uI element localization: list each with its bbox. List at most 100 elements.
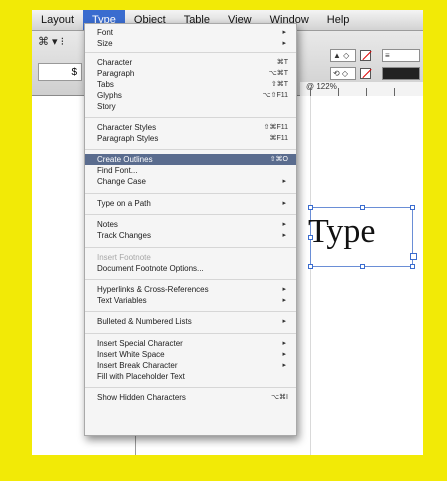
- menu-layout[interactable]: Layout: [32, 10, 83, 30]
- fill-swatch-icon[interactable]: [360, 50, 371, 61]
- menu-separator: [85, 279, 296, 280]
- toolbar-right-controls: ▲ ◇ ≡ ⟲ ◇: [330, 49, 422, 85]
- menu-separator: [85, 311, 296, 312]
- shortcut-label: ⇧⌘O: [269, 156, 288, 163]
- menu-item-label: Bulleted & Numbered Lists: [97, 317, 192, 326]
- submenu-arrow-icon: ▸: [282, 232, 286, 239]
- menu-item-label: Tabs: [97, 80, 114, 89]
- menu-item-label: Character: [97, 58, 133, 67]
- menu-item-label: Paragraph: [97, 69, 135, 78]
- handle-icon[interactable]: [308, 264, 313, 269]
- handle-icon[interactable]: [308, 205, 313, 210]
- shortcut-label: ⌘T: [276, 59, 288, 66]
- menu-separator: [85, 52, 296, 53]
- toolbar-left-controls[interactable]: ⌘ ▾ ⁝: [38, 35, 64, 48]
- menu-separator: [85, 214, 296, 215]
- menu-item-glyphs[interactable]: Glyphs ⌥⇧F11: [85, 90, 296, 101]
- submenu-arrow-icon: ▸: [282, 29, 286, 36]
- menu-item-font[interactable]: Font ▸: [85, 27, 296, 38]
- menu-item-label: Insert Footnote: [97, 253, 151, 262]
- stroke-weight-field[interactable]: ≡: [382, 49, 420, 62]
- menu-item-story[interactable]: Story: [85, 101, 296, 112]
- menu-item-label: Insert White Space: [97, 350, 165, 359]
- submenu-arrow-icon: ▸: [282, 178, 286, 185]
- stroke-field[interactable]: $: [38, 63, 82, 81]
- menu-item-fill-with-placeholder-text[interactable]: Fill with Placeholder Text: [85, 371, 296, 382]
- menu-separator: [85, 193, 296, 194]
- menu-item-paragraph[interactable]: Paragraph ⌥⌘T: [85, 68, 296, 79]
- menu-item-create-outlines[interactable]: Create Outlines ⇧⌘O: [85, 154, 296, 165]
- menu-item-label: Find Font...: [97, 166, 138, 175]
- menu-item-label: Character Styles: [97, 123, 157, 132]
- yellow-border-bottom: [0, 455, 447, 481]
- menu-item-label: Show Hidden Characters: [97, 393, 186, 402]
- stroke-swatch-icon[interactable]: [360, 68, 371, 79]
- submenu-arrow-icon: ▸: [282, 200, 286, 207]
- menu-item-document-footnote-options[interactable]: Document Footnote Options...: [85, 263, 296, 274]
- menu-item-label: Create Outlines: [97, 155, 153, 164]
- menu-item-insert-special-character[interactable]: Insert Special Character ▸: [85, 338, 296, 349]
- shortcut-label: ⌥⇧F11: [262, 92, 288, 99]
- menu-item-label: Text Variables: [97, 296, 147, 305]
- menu-separator: [85, 149, 296, 150]
- menu-item-label: Track Changes: [97, 231, 151, 240]
- handle-icon[interactable]: [410, 264, 415, 269]
- shortcut-label: ⌥⌘T: [268, 70, 288, 77]
- menu-item-show-hidden-characters[interactable]: Show Hidden Characters ⌥⌘I: [85, 392, 296, 403]
- menu-item-label: Fill with Placeholder Text: [97, 372, 185, 381]
- horizontal-ruler: @ 122%: [300, 82, 423, 97]
- menu-item-label: Change Case: [97, 177, 146, 186]
- menu-item-character[interactable]: Character ⌘T: [85, 57, 296, 68]
- menu-item-character-styles[interactable]: Character Styles ⇧⌘F11: [85, 122, 296, 133]
- yellow-border-right: [423, 0, 447, 481]
- menu-item-size[interactable]: Size ▸: [85, 38, 296, 49]
- menu-item-text-variables[interactable]: Text Variables ▸: [85, 295, 296, 306]
- menu-item-change-case[interactable]: Change Case ▸: [85, 176, 296, 187]
- handle-icon[interactable]: [360, 205, 365, 210]
- handle-icon[interactable]: [308, 235, 313, 240]
- menu-item-label: Size: [97, 39, 113, 48]
- submenu-arrow-icon: ▸: [282, 297, 286, 304]
- menu-item-track-changes[interactable]: Track Changes ▸: [85, 230, 296, 241]
- submenu-arrow-icon: ▸: [282, 340, 286, 347]
- menu-item-bulleted-numbered-lists[interactable]: Bulleted & Numbered Lists ▸: [85, 316, 296, 327]
- reference-point-control[interactable]: ▲ ◇: [330, 49, 356, 62]
- menu-item-label: Insert Special Character: [97, 339, 183, 348]
- submenu-arrow-icon: ▸: [282, 40, 286, 47]
- yellow-border-top: [0, 0, 447, 10]
- canvas-text: Type: [308, 213, 376, 250]
- menu-item-find-font[interactable]: Find Font...: [85, 165, 296, 176]
- shortcut-label: ⌘F11: [269, 135, 288, 142]
- rotate-control[interactable]: ⟲ ◇: [330, 67, 356, 80]
- handle-icon[interactable]: [410, 205, 415, 210]
- stroke-type-dropdown[interactable]: [382, 67, 420, 80]
- menu-item-label: Glyphs: [97, 91, 122, 100]
- menu-item-notes[interactable]: Notes ▸: [85, 219, 296, 230]
- submenu-arrow-icon: ▸: [282, 221, 286, 228]
- menu-item-label: Story: [97, 102, 116, 111]
- submenu-arrow-icon: ▸: [282, 318, 286, 325]
- menu-item-type-on-a-path[interactable]: Type on a Path ▸: [85, 198, 296, 209]
- menu-separator: [85, 387, 296, 388]
- text-frame[interactable]: Type: [308, 205, 417, 269]
- menu-separator: [85, 117, 296, 118]
- menu-item-label: Document Footnote Options...: [97, 264, 204, 273]
- menu-item-insert-footnote: Insert Footnote: [85, 252, 296, 263]
- menu-item-insert-break-character[interactable]: Insert Break Character ▸: [85, 360, 296, 371]
- menu-item-hyperlinks-cross-references[interactable]: Hyperlinks & Cross-References ▸: [85, 284, 296, 295]
- menu-item-label: Insert Break Character: [97, 361, 178, 370]
- menu-separator: [85, 247, 296, 248]
- menu-help[interactable]: Help: [318, 10, 359, 30]
- out-port-icon[interactable]: [410, 253, 417, 260]
- shortcut-label: ⇧⌘F11: [263, 124, 288, 131]
- menu-item-insert-white-space[interactable]: Insert White Space ▸: [85, 349, 296, 360]
- menu-separator: [85, 333, 296, 334]
- type-dropdown-menu: Font ▸ Size ▸ Character ⌘T Paragraph ⌥⌘T Tabs ⇧⌘T…: [84, 23, 297, 436]
- handle-icon[interactable]: [360, 264, 365, 269]
- shortcut-label: ⇧⌘T: [270, 81, 288, 88]
- submenu-arrow-icon: ▸: [282, 286, 286, 293]
- menu-item-label: Type on a Path: [97, 199, 151, 208]
- menu-item-paragraph-styles[interactable]: Paragraph Styles ⌘F11: [85, 133, 296, 144]
- yellow-border-left: [0, 0, 32, 481]
- menu-item-tabs[interactable]: Tabs ⇧⌘T: [85, 79, 296, 90]
